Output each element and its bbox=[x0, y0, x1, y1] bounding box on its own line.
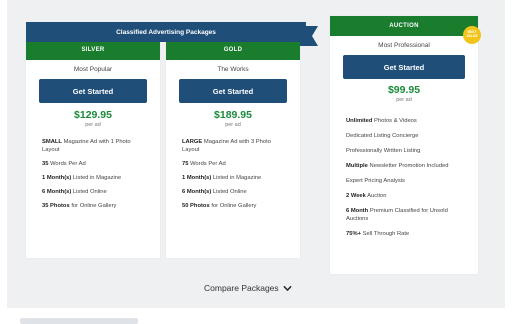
auction-get-started-button[interactable]: Get Started bbox=[343, 55, 465, 79]
auction-subtitle: Most Professional bbox=[378, 42, 430, 49]
auction-package-card: AUCTION Most Professional Get Started $9… bbox=[330, 16, 478, 274]
feature-item: 6 Month(s) Listed Online bbox=[182, 189, 247, 195]
gold-subtitle: The Works bbox=[217, 66, 249, 73]
silver-subtitle: Most Popular bbox=[73, 66, 113, 73]
feature-item: 1 Month(s) Listed in Magazine bbox=[42, 175, 122, 181]
feature-item: Multiple Newsletter Promotion Included bbox=[346, 163, 449, 169]
compare-packages-label: Compare Packages bbox=[204, 283, 279, 293]
feature-item: 50 Photos for Online Gallery bbox=[182, 203, 257, 209]
silver-title: SILVER bbox=[26, 40, 160, 60]
ribbon-tail-icon bbox=[300, 26, 318, 46]
feature-item: 35 Words Per Ad bbox=[42, 161, 86, 167]
silver-feature-list: SMALL Magazine Ad with 1 Photo Layout 35… bbox=[26, 128, 160, 210]
silver-price: $129.95 bbox=[74, 109, 112, 121]
gold-feature-list: LARGE Magazine Ad with 3 Photo Layout 75… bbox=[166, 128, 300, 210]
chevron-down-icon bbox=[283, 285, 292, 291]
feature-item: Dedicated Listing Concierge bbox=[346, 133, 419, 139]
auction-title: AUCTION bbox=[330, 16, 478, 36]
feature-item: 6 Month(s) Listed Online bbox=[42, 189, 107, 195]
gold-title: GOLD bbox=[166, 40, 300, 60]
feature-item: 75%+ Sell Through Rate bbox=[346, 231, 410, 237]
best-value-badge: BEST VALUE bbox=[463, 26, 481, 44]
feature-item: 2 Week Auction bbox=[346, 193, 387, 199]
feature-item: 35 Photos for Online Gallery bbox=[42, 203, 117, 209]
feature-item: Expert Pricing Analysis bbox=[346, 178, 405, 184]
auction-feature-list: Unlimited Photos & Videos Dedicated List… bbox=[330, 103, 478, 238]
feature-item: 75 Words Per Ad bbox=[182, 161, 226, 167]
silver-package-card: SILVER Most Popular Get Started $129.95 … bbox=[26, 40, 160, 258]
silver-get-started-button[interactable]: Get Started bbox=[39, 79, 147, 103]
feature-item: Professionally Written Listing bbox=[346, 148, 421, 154]
feature-item: 1 Month(s) Listed in Magazine bbox=[182, 175, 262, 181]
feature-item: 6 Month Premium Classified for Unsold Au… bbox=[346, 208, 448, 222]
gold-get-started-button[interactable]: Get Started bbox=[179, 79, 287, 103]
packages-banner: Classified Advertising Packages bbox=[26, 22, 306, 42]
feature-item: Unlimited Photos & Videos bbox=[346, 118, 417, 124]
auction-price: $99.95 bbox=[387, 84, 421, 96]
gold-package-card: GOLD The Works Get Started $189.95 per a… bbox=[166, 40, 300, 258]
feature-item: SMALL Magazine Ad with 1 Photo Layout bbox=[42, 139, 131, 153]
next-section-edge bbox=[20, 318, 138, 324]
gold-price: $189.95 bbox=[214, 109, 252, 121]
feature-item: LARGE Magazine Ad with 3 Photo Layout bbox=[182, 139, 271, 153]
compare-packages-link[interactable]: Compare Packages bbox=[204, 283, 292, 293]
